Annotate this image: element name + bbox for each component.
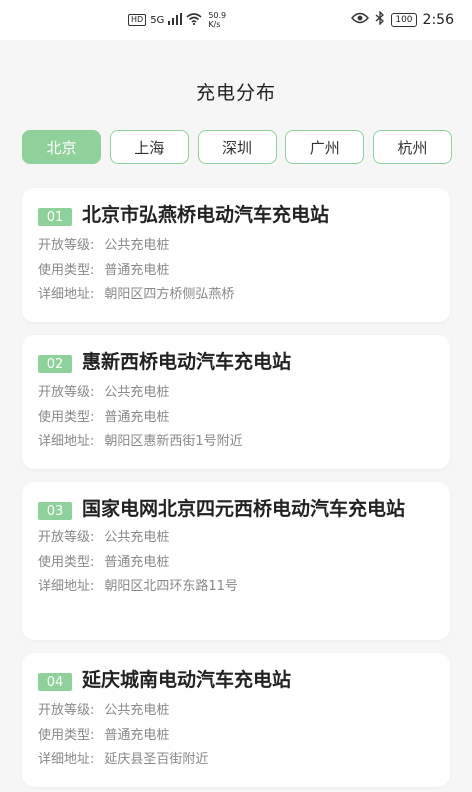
station-name: 延庆城南电动汽车充电站 xyxy=(82,669,292,691)
address-label: 详细地址: xyxy=(38,287,95,302)
level-value: 公共充电桩 xyxy=(104,238,170,253)
speed-unit: K/s xyxy=(208,20,221,29)
station-number: 03 xyxy=(38,502,72,520)
level-value: 公共充电桩 xyxy=(104,385,170,400)
wifi-icon xyxy=(186,12,202,28)
page-title: 充电分布 xyxy=(195,82,276,104)
network-type: 5G xyxy=(150,14,165,26)
tab-guangzhou[interactable]: 广州 xyxy=(285,130,365,164)
address-value: 朝阳区惠新西街1号附近 xyxy=(104,434,243,449)
station-type-row: 使用类型: 普通充电桩 xyxy=(22,551,450,576)
station-name: 国家电网北京四元西桥电动汽车充电站 xyxy=(82,498,406,520)
network-speed: 50.9 K/s xyxy=(208,11,226,29)
level-value: 公共充电桩 xyxy=(104,703,170,718)
signal-icon xyxy=(168,12,183,28)
station-card[interactable]: 03 国家电网北京四元西桥电动汽车充电站 开放等级: 公共充电桩 使用类型: 普通充… xyxy=(22,482,450,640)
type-label: 使用类型: xyxy=(38,409,95,425)
station-level-row: 开放等级: 公共充电桩 xyxy=(22,381,450,406)
address-value: 朝阳区四方桥侧弘燕桥 xyxy=(104,287,235,302)
hd-badge: HD xyxy=(128,14,147,26)
status-bar-left: HD 5G 50.9 K/s xyxy=(128,11,226,29)
type-label: 使用类型: xyxy=(38,554,95,570)
card-header: 04 延庆城南电动汽车充电站 xyxy=(22,653,450,693)
tab-shenzhen[interactable]: 深圳 xyxy=(197,130,277,164)
station-number: 01 xyxy=(38,208,72,226)
level-label: 开放等级: xyxy=(38,385,95,400)
status-bar-right: 100 2:56 xyxy=(351,10,454,29)
station-card[interactable]: 01 北京市弘燕桥电动汽车充电站 开放等级: 公共充电桩 使用类型: 普通充电桩 详… xyxy=(22,188,450,322)
address-value: 朝阳区北四环东路11号 xyxy=(104,579,238,594)
tab-hangzhou[interactable]: 杭州 xyxy=(373,130,452,164)
station-name: 北京市弘燕桥电动汽车充电站 xyxy=(82,204,330,226)
station-address-row: 详细地址: 朝阳区四方桥侧弘燕桥 xyxy=(22,283,450,308)
station-card[interactable]: 04 延庆城南电动汽车充电站 开放等级: 公共充电桩 使用类型: 普通充电桩 详细地… xyxy=(22,653,450,787)
address-label: 详细地址: xyxy=(38,579,95,594)
station-type-row: 使用类型: 普通充电桩 xyxy=(22,406,450,431)
station-type-row: 使用类型: 普通充电桩 xyxy=(22,259,450,284)
level-value: 公共充电桩 xyxy=(104,530,170,545)
card-header: 03 国家电网北京四元西桥电动汽车充电站 xyxy=(22,482,450,522)
station-number: 04 xyxy=(38,673,72,691)
battery-icon: 100 xyxy=(391,13,417,27)
type-value: 普通充电桩 xyxy=(104,262,170,278)
type-label: 使用类型: xyxy=(38,262,95,278)
type-label: 使用类型: xyxy=(38,727,95,743)
type-value: 普通充电桩 xyxy=(104,554,170,570)
city-tabs: 北京 上海 深圳 广州 杭州 xyxy=(22,130,452,164)
station-number: 02 xyxy=(38,355,72,373)
status-bar: HD 5G 50.9 K/s 100 2:56 xyxy=(0,0,472,40)
station-card[interactable]: 02 惠新西桥电动汽车充电站 开放等级: 公共充电桩 使用类型: 普通充电桩 详细地… xyxy=(22,335,450,469)
station-address-row: 详细地址: 延庆县圣百街附近 xyxy=(22,748,450,773)
station-level-row: 开放等级: 公共充电桩 xyxy=(22,234,450,259)
tab-shanghai[interactable]: 上海 xyxy=(109,130,189,164)
level-label: 开放等级: xyxy=(38,238,95,253)
address-label: 详细地址: xyxy=(38,752,95,767)
card-header: 01 北京市弘燕桥电动汽车充电站 xyxy=(22,188,450,228)
station-address-row: 详细地址: 朝阳区北四环东路11号 xyxy=(22,575,450,600)
clock: 2:56 xyxy=(422,12,454,28)
station-name: 惠新西桥电动汽车充电站 xyxy=(82,351,292,373)
type-value: 普通充电桩 xyxy=(104,409,170,425)
level-label: 开放等级: xyxy=(38,703,95,718)
card-header: 02 惠新西桥电动汽车充电站 xyxy=(22,335,450,375)
address-label: 详细地址: xyxy=(38,434,95,449)
address-value: 延庆县圣百街附近 xyxy=(104,752,209,767)
eye-icon xyxy=(351,12,370,28)
station-level-row: 开放等级: 公共充电桩 xyxy=(22,699,450,724)
level-label: 开放等级: xyxy=(38,530,95,545)
speed-value: 50.9 xyxy=(208,11,227,20)
station-type-row: 使用类型: 普通充电桩 xyxy=(22,724,450,749)
bluetooth-icon xyxy=(375,10,385,29)
type-value: 普通充电桩 xyxy=(104,727,170,743)
station-level-row: 开放等级: 公共充电桩 xyxy=(22,526,450,551)
station-address-row: 详细地址: 朝阳区惠新西街1号附近 xyxy=(22,430,450,455)
tab-beijing[interactable]: 北京 xyxy=(22,130,101,164)
